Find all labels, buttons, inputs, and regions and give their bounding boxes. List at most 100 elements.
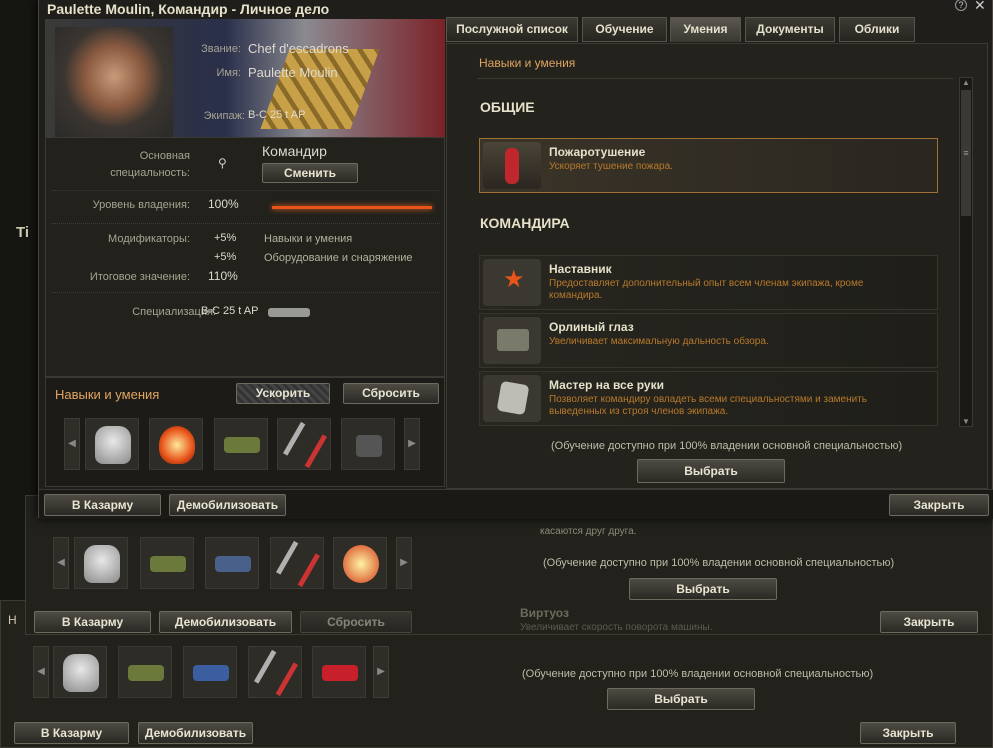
bg3-left-arrow[interactable]: ◀ <box>33 646 49 698</box>
bg3-barracks-button[interactable]: В Казарму <box>14 722 129 744</box>
bg2-skill-camo[interactable] <box>205 537 259 589</box>
tank-icon <box>150 556 186 572</box>
bg2-right-arrow[interactable]: ▶ <box>396 537 412 589</box>
mastery-value: 100% <box>208 197 239 211</box>
mod2-value: +5% <box>214 251 237 263</box>
help-icon[interactable]: ? <box>955 0 967 11</box>
mastery-bar-fill <box>272 206 432 209</box>
bg2-skill-tools[interactable] <box>270 537 324 589</box>
demobilize-button[interactable]: Демобилизовать <box>169 494 286 516</box>
dice-icon <box>483 375 541 422</box>
tab-skills[interactable]: Умения <box>670 17 741 42</box>
tab-skins[interactable]: Облики <box>839 17 915 42</box>
bg3-choose-button[interactable]: Выбрать <box>607 688 755 710</box>
commander-section-title: КОМАНДИРА <box>480 215 570 231</box>
divider <box>52 223 440 224</box>
tab-service-record[interactable]: Послужной список <box>446 17 578 42</box>
choose-note: (Обучение доступно при 100% владении осн… <box>551 440 903 452</box>
perk-eagle-eye[interactable]: Орлиный глаз Увеличивает максимальную да… <box>479 313 938 368</box>
crown-icon <box>322 665 358 681</box>
specialty-label: Основная специальность: <box>110 150 190 179</box>
bg3-skill-bluetank[interactable] <box>183 646 237 698</box>
perk-firefighting[interactable]: Пожаротушение Ускоряет тушение пожара. <box>479 138 938 193</box>
bg3-note: (Обучение доступно при 100% владении осн… <box>522 668 874 680</box>
tank-icon <box>128 665 164 681</box>
skill-sixth-sense[interactable] <box>149 418 203 470</box>
mod1-desc: Навыки и умения <box>264 233 353 245</box>
total-value: 110% <box>208 269 238 283</box>
divider <box>52 190 440 191</box>
bg2-close-button[interactable]: Закрыть <box>880 611 978 633</box>
periscope-icon <box>483 317 541 364</box>
bg2-demob-button[interactable]: Демобилизовать <box>159 611 292 633</box>
mastery-bar <box>272 206 432 209</box>
perk-desc: Позволяет командиру овладеть всеми специ… <box>549 394 867 417</box>
tab-training[interactable]: Обучение <box>582 17 667 42</box>
bg3-skill-tank[interactable] <box>118 646 172 698</box>
skill-repair[interactable] <box>277 418 331 470</box>
fist-icon <box>63 654 99 692</box>
close-icon[interactable]: ✕ <box>974 0 986 14</box>
skills-right-arrow[interactable]: ▶ <box>404 418 420 470</box>
skills-left-arrow[interactable]: ◀ <box>64 418 80 470</box>
mod2-desc: Оборудование и снаряжение <box>264 252 413 264</box>
perk-name: Мастер на все руки <box>549 378 664 392</box>
bg2-skill-fist[interactable] <box>74 537 128 589</box>
right-header: Навыки и умения <box>479 56 576 70</box>
crew-label: Экипаж: <box>203 110 245 122</box>
reset-button[interactable]: Сбросить <box>343 383 439 404</box>
bg3-skill-crown[interactable] <box>312 646 366 698</box>
scroll-down-icon[interactable]: ▼ <box>960 417 972 426</box>
mods-label: Модификаторы: <box>108 233 190 245</box>
perk-name: Пожаротушение <box>549 145 646 159</box>
scroll-thumb[interactable]: ≡ <box>961 90 971 216</box>
tools-icon <box>276 540 320 588</box>
gear-fire-icon <box>343 545 379 583</box>
skill-camouflage[interactable] <box>214 418 268 470</box>
total-label: Итоговое значение: <box>89 271 190 283</box>
bg2-left-arrow[interactable]: ◀ <box>53 537 69 589</box>
bg2-fragment: касаются друг друга. <box>540 526 637 537</box>
bg3-close-button[interactable]: Закрыть <box>860 722 956 744</box>
bg-virtuoso-desc: Увеличивает скорость поворота машины. <box>520 622 713 633</box>
scrollbar[interactable]: ▲ ≡ ▼ <box>959 77 973 427</box>
rank-value: Chef d'escadrons <box>248 41 349 56</box>
skill-brotherhood[interactable] <box>85 418 139 470</box>
bg2-skill-tank[interactable] <box>140 537 194 589</box>
perk-name: Наставник <box>549 262 612 276</box>
close-button[interactable]: Закрыть <box>889 494 989 516</box>
skill-radio[interactable] <box>341 418 395 470</box>
speedup-button[interactable]: Ускорить <box>236 383 330 404</box>
bg3-skill-fist[interactable] <box>53 646 107 698</box>
barracks-button[interactable]: В Казарму <box>44 494 161 516</box>
scroll-up-icon[interactable]: ▲ <box>960 78 972 87</box>
bg2-reset-button[interactable]: Сбросить <box>300 611 412 633</box>
spec-label: Специализация: <box>132 306 216 318</box>
bg3-demob-button[interactable]: Демобилизовать <box>138 722 253 744</box>
specialty-value: Командир <box>262 143 327 159</box>
info-panel: Основная специальность: ⚲ Командир Смени… <box>45 137 445 377</box>
bg2-barracks-button[interactable]: В Казарму <box>34 611 151 633</box>
bg-virtuoso: Виртуоз <box>520 606 569 620</box>
radio-icon <box>356 435 382 457</box>
tools-icon <box>254 649 298 697</box>
bg3-skill-tools[interactable] <box>248 646 302 698</box>
tab-documents[interactable]: Документы <box>745 17 835 42</box>
change-button[interactable]: Сменить <box>262 163 358 183</box>
section-divider <box>477 78 953 79</box>
bg2-choose-button[interactable]: Выбрать <box>629 578 777 600</box>
binoculars-icon: ⚲ <box>218 156 227 170</box>
perk-desc: Увеличивает максимальную дальность обзор… <box>549 336 769 347</box>
bg2-skill-gear[interactable] <box>333 537 387 589</box>
choose-button[interactable]: Выбрать <box>637 459 785 483</box>
crew-value: B-C 25 t AP <box>248 109 306 121</box>
skills-panel-title: Навыки и умения <box>55 387 160 402</box>
avatar <box>55 27 173 137</box>
perk-jack-of-all-trades[interactable]: Мастер на все руки Позволяет командиру о… <box>479 371 938 426</box>
perk-mentor[interactable]: ★ Наставник Предоставляет дополнительный… <box>479 255 938 310</box>
bg3-right-arrow[interactable]: ▶ <box>373 646 389 698</box>
tank-silhouette-icon <box>268 308 310 317</box>
camo-icon <box>215 556 251 572</box>
lightbulb-icon <box>159 426 195 464</box>
name-value: Paulette Moulin <box>248 65 338 80</box>
